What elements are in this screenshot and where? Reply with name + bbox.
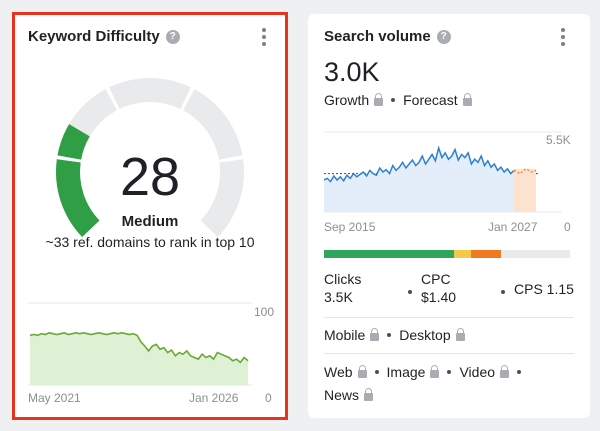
lock-icon: [430, 365, 440, 378]
serp-news[interactable]: News: [324, 387, 359, 403]
sv-title-text: Search volume: [324, 28, 431, 45]
dot-separator: [408, 290, 412, 294]
kd-score: 28: [119, 147, 181, 207]
kd-x-end: Jan 2026: [189, 391, 239, 405]
lock-icon: [462, 93, 472, 106]
serp-image[interactable]: Image: [387, 364, 426, 380]
kebab-menu-icon[interactable]: [558, 28, 568, 46]
kd-gauge: [56, 77, 244, 238]
kd-level: Medium: [121, 213, 179, 230]
lock-icon: [500, 365, 510, 378]
divider: [324, 353, 574, 354]
forecast-area: [514, 168, 536, 212]
cpc-label: CPC: [421, 271, 451, 287]
device-row: Mobile Desktop: [324, 327, 465, 343]
sv-y-min: 0: [564, 220, 571, 234]
search-volume-card: Search volume ? 3.0K Growth Forecast 5.5…: [308, 14, 590, 418]
cpc-metric: CPC $1.40: [421, 270, 456, 306]
dot-separator: [501, 290, 505, 294]
cpc-value: $1.40: [421, 289, 457, 305]
dot-separator: [387, 333, 392, 337]
serp-type-row-2: News: [324, 387, 374, 403]
sv-x-end: Jan 2027: [488, 220, 538, 234]
device-mobile[interactable]: Mobile: [324, 327, 365, 343]
forecast-label[interactable]: Forecast: [403, 92, 457, 108]
kd-history-area: [30, 332, 248, 385]
kd-subtitle: ~33 ref. domains to rank in top 10: [45, 234, 255, 250]
lock-icon: [357, 365, 367, 378]
dot-separator: [517, 370, 522, 374]
intent-bar-segment: [454, 250, 471, 258]
sv-x-start: Sep 2015: [324, 220, 376, 234]
serp-video[interactable]: Video: [459, 364, 495, 380]
dot-separator: [391, 98, 396, 102]
intent-bar-segment: [501, 250, 570, 258]
intent-bar-segment: [324, 250, 454, 258]
clicks-metric: Clicks 3.5K: [324, 270, 361, 306]
cps-metric: CPS 1.15: [514, 281, 574, 297]
sv-title: Search volume ?: [324, 28, 451, 45]
kd-x-start: May 2021: [28, 391, 81, 405]
sv-trend-chart: [324, 131, 562, 213]
device-desktop[interactable]: Desktop: [399, 327, 450, 343]
kd-y-max: 100: [254, 305, 275, 319]
help-icon[interactable]: ?: [436, 29, 451, 44]
growth-forecast-row: Growth Forecast: [324, 92, 472, 108]
kd-y-min: 0: [265, 391, 272, 405]
clicks-label: Clicks: [324, 271, 362, 287]
intent-bar-segment: [471, 250, 501, 258]
serp-type-row: Web Image Video: [324, 364, 529, 380]
lock-icon: [364, 388, 374, 401]
divider: [324, 317, 574, 318]
growth-label[interactable]: Growth: [324, 92, 369, 108]
sv-area: [324, 148, 514, 212]
kd-history-chart: [28, 302, 252, 386]
sv-value: 3.0K: [324, 57, 380, 87]
dot-separator: [374, 370, 379, 374]
clicks-value: 3.5K: [324, 289, 353, 305]
lock-icon: [374, 93, 384, 106]
keyword-difficulty-card: Keyword Difficulty ? 28 Medium ~33 ref. …: [14, 14, 286, 418]
lock-icon: [370, 328, 380, 341]
gauge-track-segment: [109, 77, 191, 109]
serp-web[interactable]: Web: [324, 364, 353, 380]
sv-y-max: 5.5K: [546, 133, 571, 147]
lock-icon: [455, 328, 465, 341]
dot-separator: [447, 370, 452, 374]
